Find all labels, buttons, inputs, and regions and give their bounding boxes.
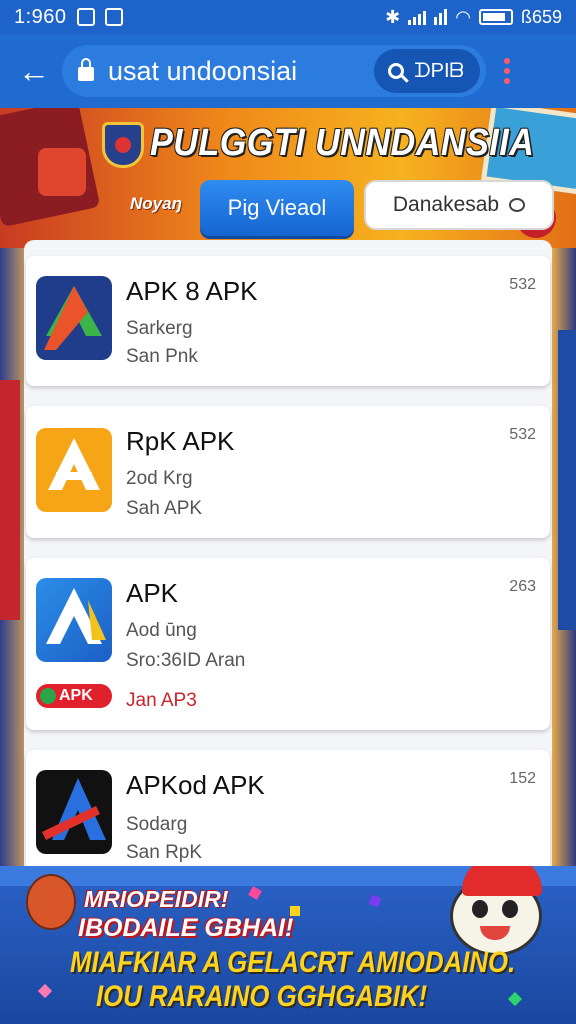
app-info-line: San Pnk — [126, 346, 198, 367]
battery-icon — [478, 9, 513, 25]
app-info-line: Sah APK — [126, 498, 203, 519]
app-name: APKod APK — [126, 770, 265, 800]
app-card[interactable]: APK APK Aod ūng Sro:36ID Aran Jan AP3 26… — [26, 558, 550, 730]
app-card[interactable]: APK 8 APK Sarkerg San Pnk 532 — [26, 256, 550, 386]
monkey-mascot-icon — [26, 874, 76, 930]
app-logo-icon — [44, 286, 102, 350]
app-count: 152 — [509, 770, 536, 787]
app-logo-icon — [48, 438, 100, 490]
app-logo-icon — [46, 588, 106, 644]
header-banner: PULGGTI UNNDANSIIA Noyaŋ Pig Vieaol Dana… — [0, 108, 576, 248]
wifi-icon: ◠ — [455, 6, 471, 27]
apk-badge-label: APK — [59, 687, 93, 704]
battery-level: ß659 — [520, 6, 562, 27]
app-count: 532 — [509, 276, 536, 293]
app-list: APK 8 APK Sarkerg San Pnk 532 RpK APK 2o… — [24, 240, 552, 880]
android-icon — [40, 688, 56, 704]
app-icon — [36, 578, 112, 662]
search-icon — [388, 63, 405, 79]
app-info-line: San RpK — [126, 842, 203, 863]
app-info-line: 2od Krg — [126, 468, 193, 489]
app-icon — [36, 276, 112, 360]
status-time: 1:960 — [14, 5, 67, 28]
app-name: APK — [126, 578, 179, 608]
back-arrow-icon[interactable]: ← — [12, 49, 56, 93]
app-logo-icon — [42, 778, 106, 840]
app-info-line: Aod ūng — [126, 620, 197, 641]
tab-inactive-label: Danakesab — [392, 193, 500, 216]
tab-active[interactable]: Pig Vieaol — [200, 180, 354, 236]
nfc-icon: ✱ — [385, 6, 401, 27]
status-bar: 1:960 ✱ ◠ ß659 — [0, 0, 576, 34]
app-name: APK 8 APK — [126, 276, 258, 306]
promo-line-2: IBODAILE GBHAI! — [78, 914, 294, 942]
app-icon — [36, 428, 112, 512]
notification-icon — [76, 8, 95, 26]
apk-badge: APK — [36, 684, 112, 708]
app-info-line: Sarkerg — [126, 318, 193, 339]
lock-icon — [78, 58, 94, 81]
app-bar: ← usat undoonsiai ᗪPIᗷ — [0, 34, 576, 108]
more-options-icon[interactable] — [504, 58, 510, 84]
app-info-line: Sro:36ID Aran — [126, 650, 246, 671]
app-info-line-red: Jan AP3 — [126, 690, 197, 711]
confetti — [37, 983, 53, 999]
home-notification-icon — [104, 8, 123, 26]
confetti — [248, 886, 262, 900]
signal-2-icon — [434, 9, 448, 25]
search-button[interactable]: ᗪPIᗷ — [374, 49, 480, 93]
decoration — [38, 148, 86, 196]
banner-small-label: Noyaŋ — [130, 194, 182, 213]
promo-line-4: IOU RARAINO GGHGABIK! — [96, 980, 428, 1013]
confetti — [507, 991, 523, 1007]
app-icon — [36, 770, 112, 854]
app-card[interactable]: APKod APK Sodarg San RpK 152 — [26, 750, 550, 880]
decoration — [0, 380, 20, 620]
promo-line-3: MIAFKIAR A GELACRT AMIODAINO. — [70, 946, 516, 979]
signal-icon — [408, 9, 427, 25]
app-card[interactable]: RpK APK 2od Krg Sah APK 532 — [26, 406, 550, 538]
confetti — [368, 894, 382, 908]
decoration — [558, 330, 576, 630]
crest-logo-icon — [102, 122, 144, 168]
app-count: 263 — [509, 578, 536, 595]
app-info-line: Sodarg — [126, 814, 188, 835]
app-name: RpK APK — [126, 426, 235, 456]
search-button-label: ᗪPIᗷ — [414, 59, 464, 82]
promo-banner[interactable]: MRIOPEIDIR! IBODAILE GBHAI! MIAFKIAR A G… — [0, 866, 576, 1024]
promo-line-1: MRIOPEIDIR! — [84, 886, 229, 912]
chat-icon — [509, 198, 526, 212]
banner-title: PULGGTI UNNDANSIIA — [150, 122, 535, 164]
search-bar[interactable]: usat undoonsiai ᗪPIᗷ — [62, 45, 486, 97]
search-input[interactable]: usat undoonsiai — [108, 56, 374, 87]
app-count: 532 — [509, 426, 536, 443]
tab-inactive[interactable]: Danakesab — [364, 180, 554, 230]
